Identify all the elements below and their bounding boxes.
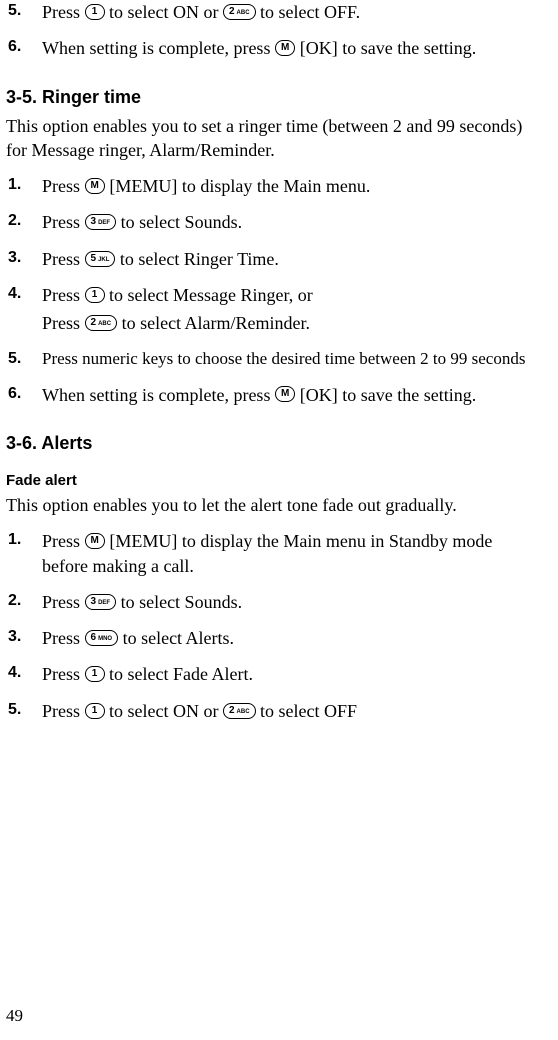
step-text: Press [42,212,85,232]
page: Press 1 to select ON or 2ABC to select O… [0,0,558,1040]
step-text: to select Sounds. [121,212,243,232]
step-text: [MEMU] to display the Main menu in Stand… [42,531,492,575]
step-text: Press [42,249,85,269]
key-m-icon: M [85,533,105,549]
page-number: 49 [6,1006,23,1026]
step-text: to select OFF. [260,2,360,22]
key-2-icon: 2ABC [223,4,256,20]
key-2-icon: 2ABC [223,703,256,719]
section-3-6-steps: Press M [MEMU] to display the Main menu … [6,529,540,723]
key-1-icon: 1 [85,287,105,303]
section-3-5-intro: This option enables you to set a ringer … [6,114,540,163]
step-text: Press [42,176,85,196]
step-item: When setting is complete, press M [OK] t… [6,36,540,60]
key-m-icon: M [275,386,295,402]
step-text: Press [42,313,85,333]
key-3-icon: 3DEF [85,214,117,230]
step-item: Press 1 to select ON or 2ABC to select O… [6,699,540,723]
top-continuing-steps: Press 1 to select ON or 2ABC to select O… [6,0,540,61]
key-2-icon: 2ABC [85,315,118,331]
step-text: [MEMU] to display the Main menu. [109,176,370,196]
step-sub-line: Press 2ABC to select Alarm/Reminder. [42,311,540,335]
key-m-icon: M [85,178,105,194]
step-text: Press [42,628,85,648]
section-3-5-title: 3-5. Ringer time [6,87,540,108]
step-item: Press 3DEF to select Sounds. [6,210,540,234]
step-item: Press M [MEMU] to display the Main menu … [6,529,540,578]
step-item: Press 3DEF to select Sounds. [6,590,540,614]
section-3-6-subtitle: Fade alert [6,472,540,489]
step-text: to select Fade Alert. [109,664,253,684]
step-item: Press 1 to select Message Ringer, or Pre… [6,283,540,336]
step-item: Press M [MEMU] to display the Main menu. [6,174,540,198]
step-text: Press [42,664,85,684]
step-item: Press numeric keys to choose the desired… [6,348,540,371]
key-1-icon: 1 [85,4,105,20]
step-text: Press [42,285,85,305]
key-3-icon: 3DEF [85,594,117,610]
step-text: to select OFF [260,701,357,721]
step-text: to select Ringer Time. [120,249,279,269]
step-text: to select Alarm/Reminder. [122,313,310,333]
step-text: Press [42,531,85,551]
step-item: When setting is complete, press M [OK] t… [6,383,540,407]
key-1-icon: 1 [85,666,105,682]
step-text: When setting is complete, press [42,38,275,58]
step-text: to select Message Ringer, or [109,285,313,305]
step-text: to select Alerts. [123,628,234,648]
step-item: Press 1 to select Fade Alert. [6,662,540,686]
step-text: [OK] to save the setting. [300,38,476,58]
section-3-6-title: 3-6. Alerts [6,433,540,454]
step-text: When setting is complete, press [42,385,275,405]
section-3-6-intro: This option enables you to let the alert… [6,493,540,517]
step-item: Press 5JKL to select Ringer Time. [6,247,540,271]
section-3-5-steps: Press M [MEMU] to display the Main menu.… [6,174,540,407]
step-text: Press numeric keys to choose the desired… [42,349,525,368]
key-1-icon: 1 [85,703,105,719]
step-text: to select ON or [109,2,223,22]
key-m-icon: M [275,40,295,56]
key-6-icon: 6MNO [85,630,119,646]
step-item: Press 6MNO to select Alerts. [6,626,540,650]
step-item: Press 1 to select ON or 2ABC to select O… [6,0,540,24]
step-text: to select Sounds. [121,592,243,612]
step-text: Press [42,592,85,612]
step-text: Press [42,2,85,22]
step-text: to select ON or [109,701,223,721]
step-text: [OK] to save the setting. [300,385,476,405]
key-5-icon: 5JKL [85,251,116,267]
step-text: Press [42,701,85,721]
